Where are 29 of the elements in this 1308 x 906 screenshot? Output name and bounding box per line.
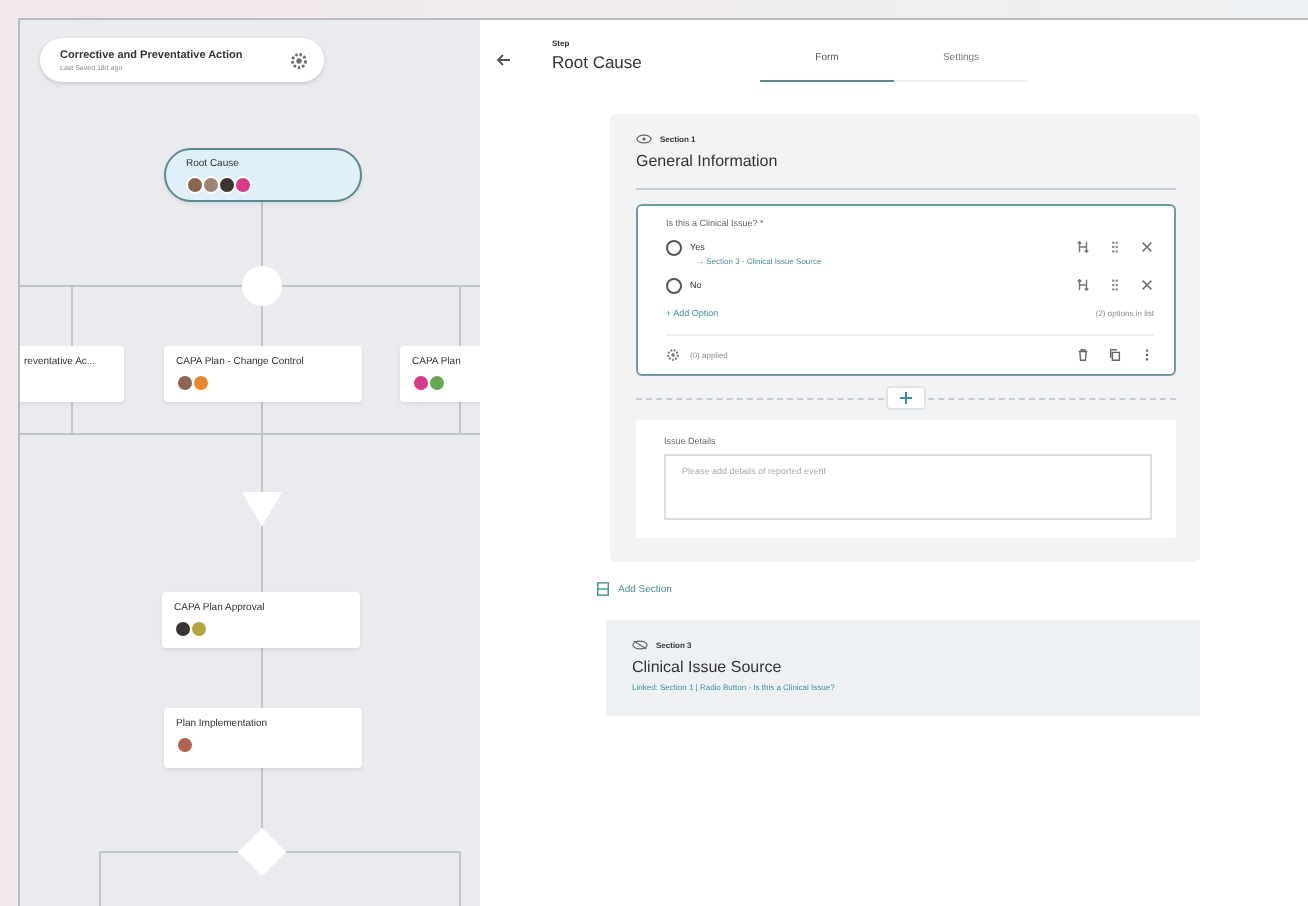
connector-line — [261, 647, 263, 709]
close-icon[interactable] — [1140, 240, 1154, 254]
copy-icon[interactable] — [1108, 348, 1122, 362]
eye-icon[interactable] — [636, 134, 652, 144]
delete-icon[interactable] — [1076, 348, 1090, 362]
branch-icon[interactable] — [1076, 240, 1090, 254]
join-node[interactable] — [242, 492, 282, 526]
drag-handle-icon[interactable] — [1108, 278, 1122, 292]
section-icon — [596, 582, 610, 596]
connector-line — [261, 305, 263, 347]
branch-icon[interactable] — [1076, 278, 1090, 292]
step-title: Root Cause — [552, 52, 644, 72]
hidden-eye-icon[interactable] — [632, 640, 648, 650]
connector-line — [261, 767, 263, 829]
connector-line — [261, 525, 263, 593]
radio-button[interactable] — [666, 240, 682, 256]
settings-icon[interactable] — [290, 51, 308, 69]
connector-line — [261, 201, 263, 267]
section-title: General Information — [636, 152, 780, 170]
close-icon[interactable] — [1140, 278, 1154, 292]
section-title: Clinical Issue Source — [632, 658, 784, 676]
settings-icon[interactable] — [666, 348, 680, 362]
more-icon[interactable] — [1140, 348, 1154, 362]
add-question-button[interactable] — [886, 386, 926, 410]
back-arrow-icon[interactable] — [496, 52, 512, 68]
radio-button[interactable] — [666, 278, 682, 294]
merge-node[interactable] — [242, 266, 282, 306]
drag-handle-icon[interactable] — [1108, 240, 1122, 254]
decision-node[interactable] — [238, 828, 286, 876]
